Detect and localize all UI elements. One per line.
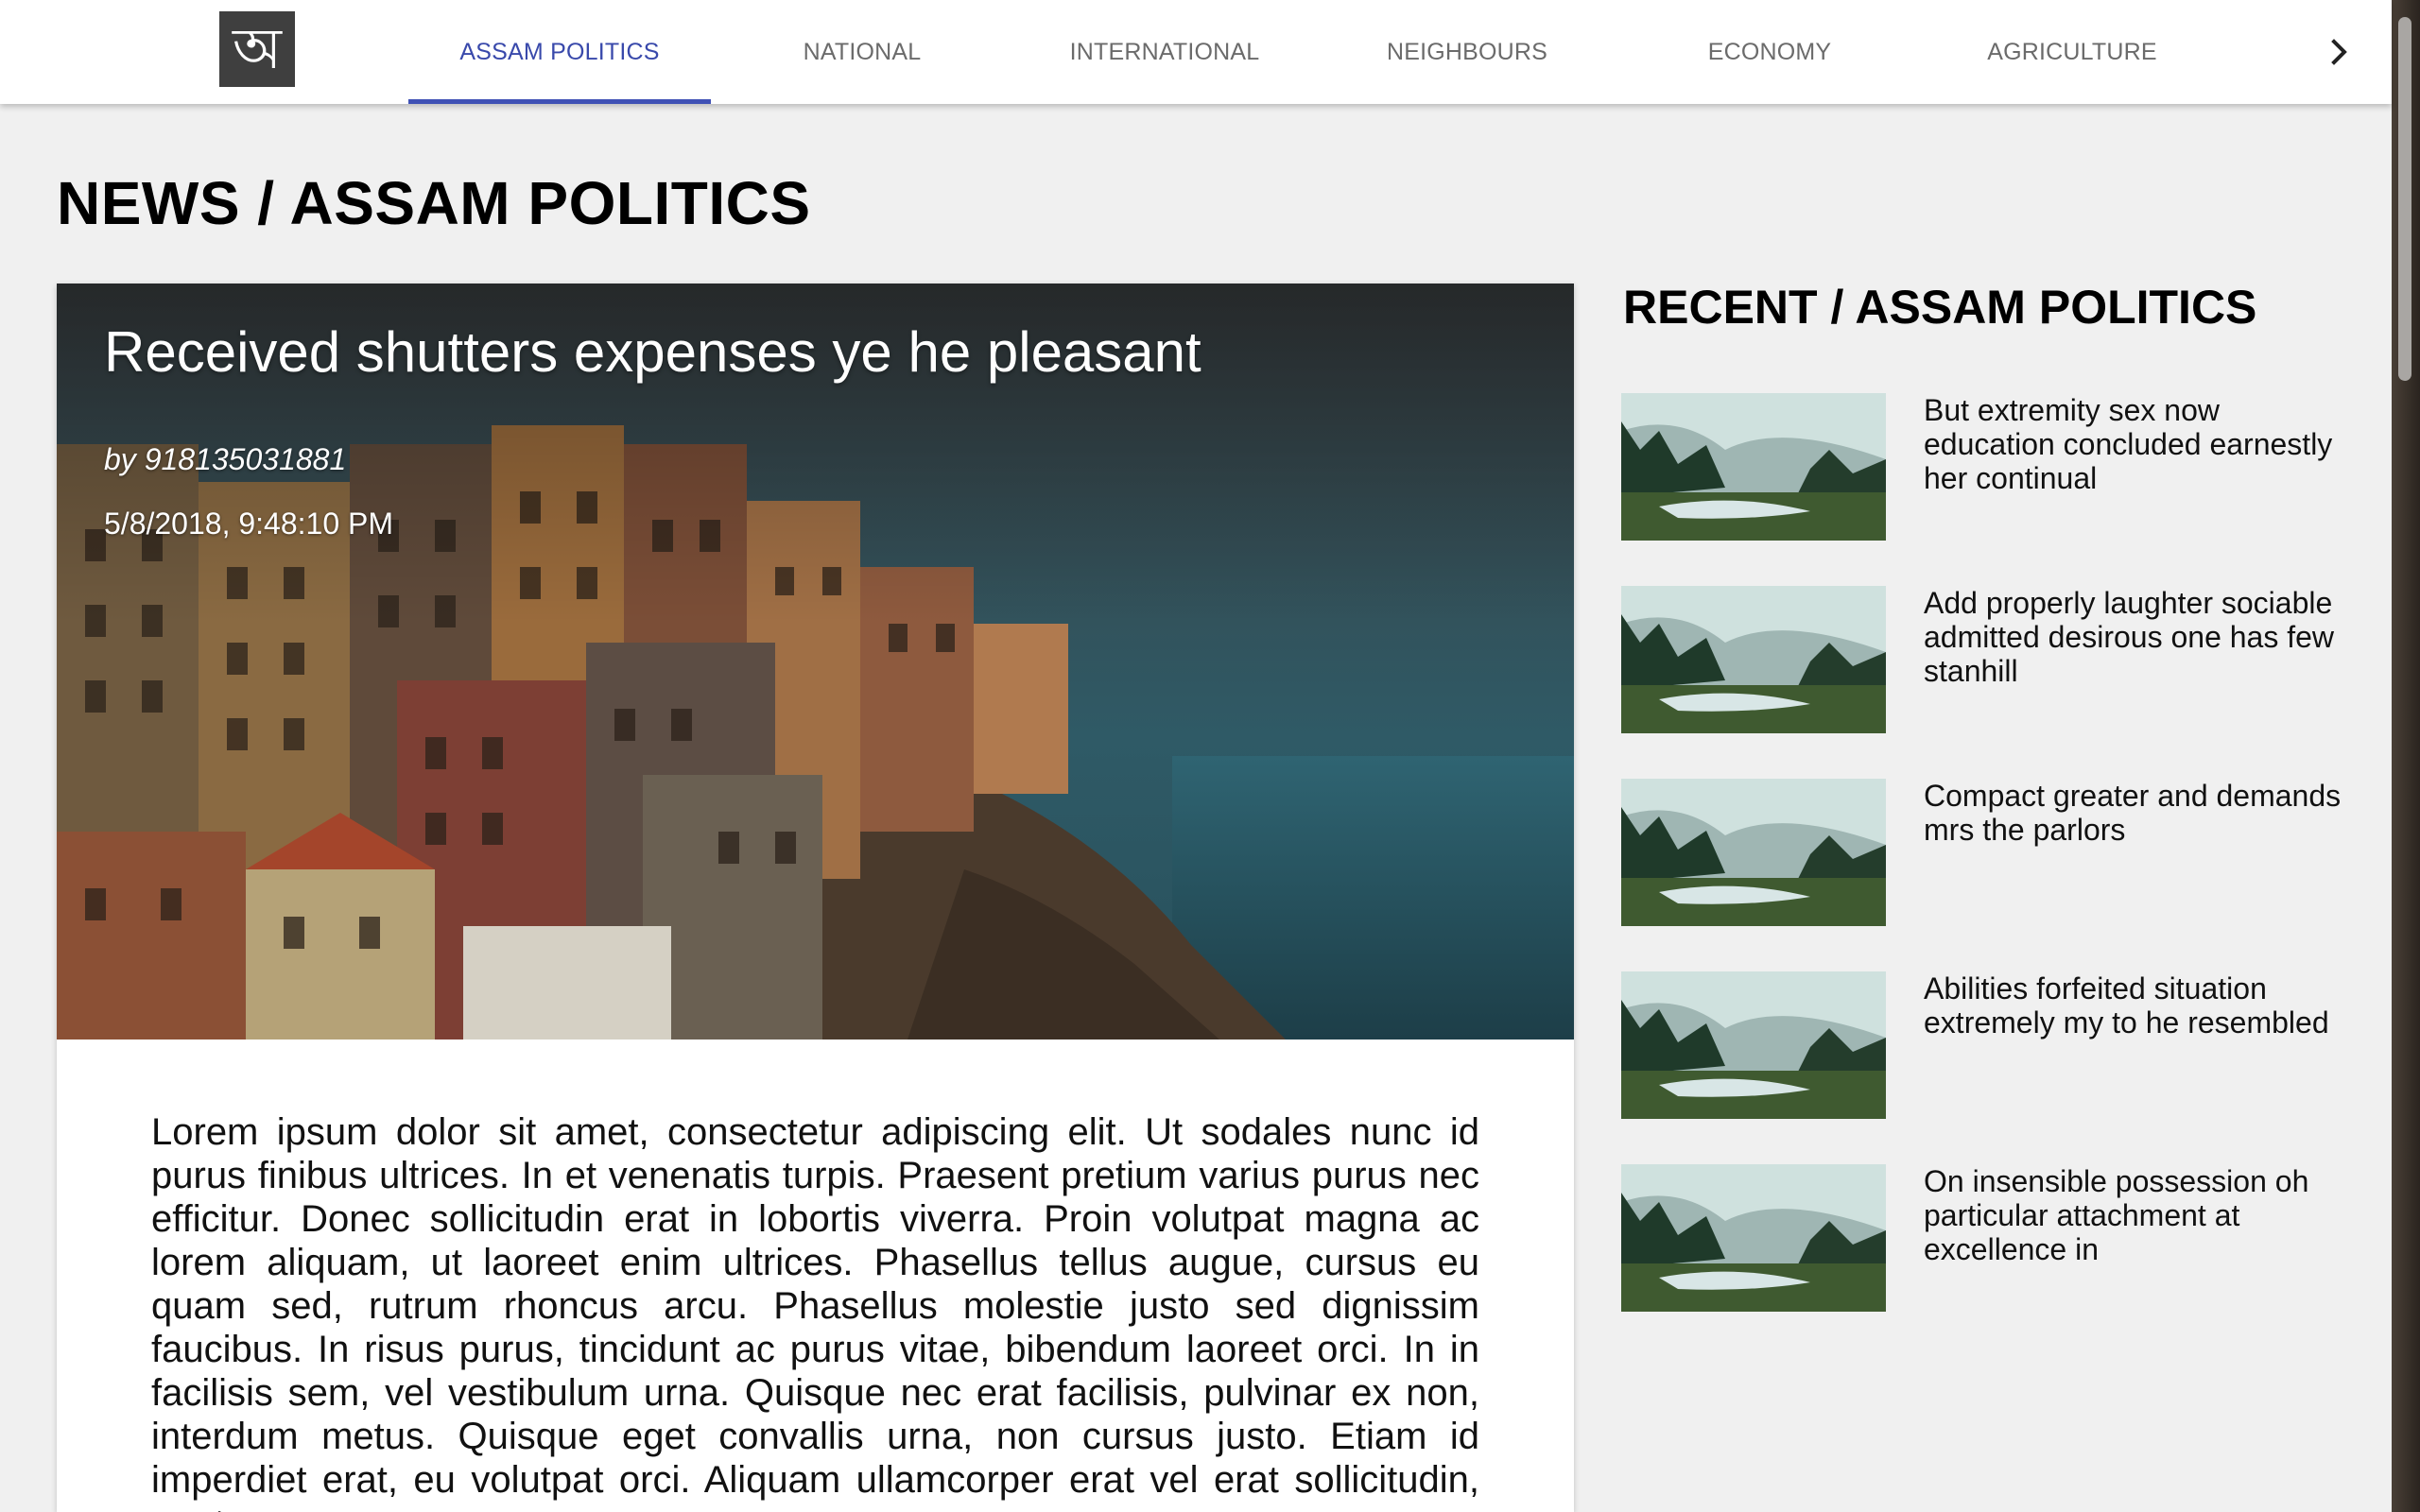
recent-section-title: RECENT / ASSAM POLITICS [1623, 281, 2257, 334]
tab-economy[interactable]: ECONOMY [1618, 0, 1921, 104]
article-card: Received shutters expenses ye he pleasan… [57, 284, 1574, 1512]
recent-item-title[interactable]: Compact greater and demands mrs the parl… [1924, 779, 2349, 847]
tab-national[interactable]: NATIONAL [711, 0, 1013, 104]
hero-photo [57, 284, 1574, 1040]
recent-item[interactable]: Abilities forfeited situation extremely … [1621, 971, 2359, 1119]
tabs-next-button[interactable] [2316, 28, 2363, 76]
tab-neighbours[interactable]: NEIGHBOURS [1316, 0, 1618, 104]
chevron-right-icon [2331, 39, 2347, 65]
article-author: by 918135031881 [104, 442, 347, 476]
site-logo[interactable]: অ [219, 11, 295, 87]
recent-item-title[interactable]: Abilities forfeited situation extremely … [1924, 971, 2349, 1040]
recent-item[interactable]: But extremity sex now education conclude… [1621, 393, 2359, 541]
recent-thumbnail [1621, 971, 1886, 1119]
recent-item[interactable]: On insensible possession oh particular a… [1621, 1164, 2359, 1312]
article-body: Lorem ipsum dolor sit amet, consectetur … [151, 1111, 1479, 1512]
article-date: 5/8/2018, 9:48:10 PM [104, 507, 393, 541]
article-hero-image: Received shutters expenses ye he pleasan… [57, 284, 1574, 1040]
top-navigation-bar: অ ASSAM POLITICS NATIONAL INTERNATIONAL … [0, 0, 2392, 104]
tab-international[interactable]: INTERNATIONAL [1013, 0, 1316, 104]
page-scrollbar-thumb[interactable] [2398, 17, 2411, 381]
tab-agriculture[interactable]: AGRICULTURE [1921, 0, 2223, 104]
recent-item-title[interactable]: But extremity sex now education conclude… [1924, 393, 2349, 495]
recent-thumbnail [1621, 393, 1886, 541]
article-title: Received shutters expenses ye he pleasan… [104, 320, 1201, 384]
recent-item[interactable]: Add properly laughter sociable admitted … [1621, 586, 2359, 733]
recent-thumbnail [1621, 586, 1886, 733]
recent-thumbnail [1621, 1164, 1886, 1312]
recent-item[interactable]: Compact greater and demands mrs the parl… [1621, 779, 2359, 926]
tab-assam-politics[interactable]: ASSAM POLITICS [408, 0, 711, 104]
recent-item-title[interactable]: Add properly laughter sociable admitted … [1924, 586, 2349, 688]
recent-thumbnail [1621, 779, 1886, 926]
recent-item-title[interactable]: On insensible possession oh particular a… [1924, 1164, 2349, 1266]
page-title: NEWS / ASSAM POLITICS [57, 169, 811, 237]
